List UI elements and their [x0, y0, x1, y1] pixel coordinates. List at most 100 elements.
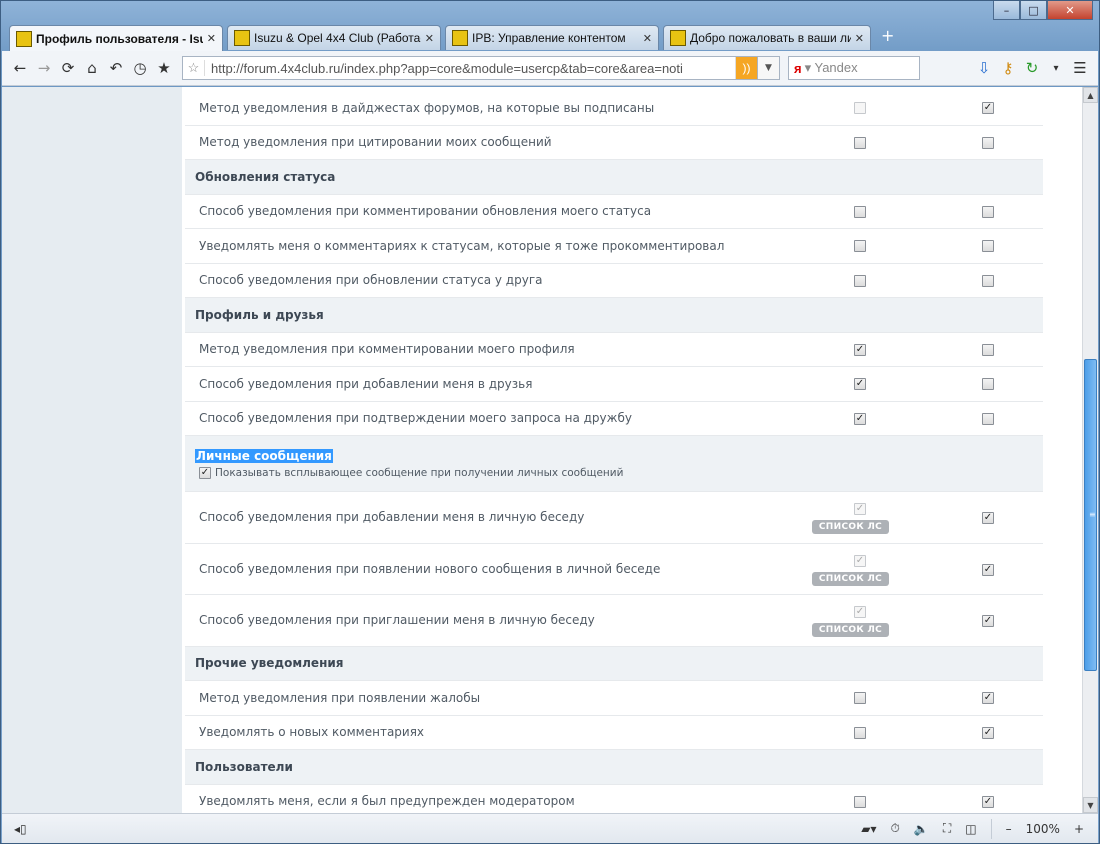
rss-icon[interactable]: )) — [735, 57, 757, 79]
vertical-scrollbar[interactable]: ▲ ≡ ▼ — [1082, 87, 1098, 813]
left-sidebar — [2, 87, 182, 813]
browser-window: – □ ✕ Профиль пользователя - Isu... ✕ Is… — [0, 0, 1100, 844]
tab-club[interactable]: Isuzu & Opel 4x4 Club (Работает... ✕ — [227, 25, 441, 50]
email-notify-checkbox[interactable] — [982, 205, 994, 218]
email-notify-checkbox[interactable] — [982, 274, 994, 287]
inline-notify-checkbox[interactable] — [854, 795, 866, 808]
scroll-thumb[interactable]: ≡ — [1084, 359, 1097, 671]
email-notify-checkbox[interactable] — [982, 240, 994, 252]
setting-label: Способ уведомления при появлении нового … — [199, 561, 661, 576]
sidebar-toggle-icon[interactable]: ◂▯ — [2, 822, 27, 836]
search-box[interactable]: я ▾ Yandex — [788, 56, 920, 80]
close-tab-icon[interactable]: ✕ — [855, 32, 864, 45]
inline-notify-checkbox: ✓ — [854, 503, 866, 515]
inline-notify-checkbox[interactable] — [854, 274, 866, 287]
zoom-out-icon[interactable]: – — [1006, 822, 1012, 836]
site-favicon-icon — [16, 30, 32, 47]
tab-title: Добро пожаловать в ваши лич... — [690, 31, 851, 45]
close-window-button[interactable]: ✕ — [1047, 1, 1093, 20]
url-input[interactable]: http://forum.4x4club.ru/index.php?app=co… — [205, 61, 735, 76]
bookmarks-icon[interactable]: ★ — [152, 56, 176, 80]
inline-notify-checkbox[interactable]: ✓ — [854, 343, 866, 356]
back-icon[interactable]: ← — [8, 56, 32, 80]
close-tab-icon[interactable]: ✕ — [643, 32, 652, 45]
email-notify-checkbox[interactable] — [982, 378, 994, 390]
inline-notify-checkbox[interactable]: ✓ — [854, 412, 866, 425]
maximize-button[interactable]: □ — [1020, 1, 1047, 20]
setting-row: Способ уведомления при комментировании о… — [185, 195, 1043, 229]
scroll-up-icon[interactable]: ▲ — [1083, 87, 1098, 103]
email-notify-checkbox[interactable] — [982, 412, 994, 425]
tab-profile[interactable]: Профиль пользователя - Isu... ✕ — [9, 25, 223, 51]
speed-icon[interactable]: ⏱ — [891, 821, 900, 836]
pm-list-badge: СПИСОК ЛС — [812, 571, 889, 586]
setting-label: Способ уведомления при приглашении меня … — [199, 613, 595, 628]
minimize-button[interactable]: – — [993, 1, 1020, 20]
address-bar[interactable]: ☆ http://forum.4x4club.ru/index.php?app=… — [182, 56, 758, 80]
site-favicon-icon — [670, 30, 686, 46]
setting-label: Метод уведомления при комментировании мо… — [199, 342, 575, 357]
setting-row: Уведомлять о новых комментариях ✓ — [185, 716, 1043, 750]
status-bar: ◂▯ ▰▾ ⏱ 🔈 ⛶ ◫ – 100% + — [2, 813, 1098, 843]
email-notify-checkbox[interactable]: ✓ — [982, 795, 994, 808]
email-notify-checkbox[interactable]: ✓ — [982, 102, 994, 114]
url-history-dropdown[interactable]: ▼ — [758, 56, 780, 80]
pm-list-badge: СПИСОК ЛС — [812, 520, 889, 534]
setting-label: Метод уведомления в дайджестах форумов, … — [199, 100, 655, 115]
key-icon[interactable]: ⚷ — [996, 56, 1020, 80]
inline-notify-checkbox[interactable] — [854, 240, 866, 252]
popup-notification-option[interactable]: ✓ Показывать всплывающее сообщение при по… — [199, 466, 624, 479]
search-placeholder[interactable]: ▾ Yandex — [805, 60, 858, 76]
tab-welcome[interactable]: Добро пожаловать в ваши лич... ✕ — [663, 25, 871, 50]
bookmark-star-icon[interactable]: ☆ — [183, 60, 205, 76]
setting-label: Способ уведомления при добавлении меня в… — [199, 376, 533, 391]
email-notify-checkbox[interactable] — [982, 136, 994, 149]
more-dropdown-icon[interactable]: ▾ — [1044, 56, 1068, 80]
volume-icon[interactable]: 🔈 — [914, 822, 929, 836]
section-header: Обновления статуса — [185, 160, 1043, 195]
email-notify-checkbox[interactable]: ✓ — [982, 563, 994, 576]
email-notify-checkbox[interactable]: ✓ — [982, 692, 994, 704]
download-icon[interactable]: ⇩ — [972, 56, 996, 80]
inline-notify-checkbox[interactable] — [854, 205, 866, 218]
setting-label: Уведомлять меня о комментариях к статуса… — [199, 238, 725, 253]
popup-notification-checkbox[interactable]: ✓ — [199, 466, 211, 479]
grip-icon: ≡ — [1089, 510, 1096, 519]
setting-row: Уведомлять меня, если я был предупрежден… — [185, 785, 1043, 814]
email-notify-checkbox[interactable] — [982, 343, 994, 356]
reload-icon[interactable]: ⟳ — [56, 56, 80, 80]
history-icon[interactable]: ◷ — [128, 56, 152, 80]
fit-screen-icon[interactable]: ⛶ — [943, 821, 951, 836]
pm-list-badge: СПИСОК ЛС — [812, 623, 889, 637]
extension-refresh-icon[interactable]: ↻ — [1020, 56, 1044, 80]
close-tab-icon[interactable]: ✕ — [425, 32, 434, 45]
split-view-icon[interactable]: ◫ — [965, 822, 976, 836]
scroll-down-icon[interactable]: ▼ — [1083, 797, 1098, 813]
inline-notify-checkbox[interactable]: ✓ — [854, 378, 866, 390]
email-notify-checkbox[interactable]: ✓ — [982, 726, 994, 739]
inline-notify-checkbox[interactable] — [854, 136, 866, 149]
inline-notify-checkbox: ✓ — [854, 606, 866, 618]
popup-notification-label: Показывать всплывающее сообщение при пол… — [215, 466, 624, 479]
inline-notify-checkbox[interactable] — [854, 692, 866, 704]
close-tab-icon[interactable]: ✕ — [207, 32, 216, 45]
tab-bar: Профиль пользователя - Isu... ✕ Isuzu & … — [9, 25, 894, 51]
menu-icon[interactable]: ☰ — [1068, 56, 1092, 80]
tab-ipb[interactable]: IPB: Управление контентом ✕ — [445, 25, 659, 50]
setting-label: Способ уведомления при добавлении меня в… — [199, 510, 585, 525]
divider — [990, 818, 992, 839]
tab-title: Isuzu & Opel 4x4 Club (Работает... — [254, 31, 421, 45]
inline-notify-checkbox[interactable] — [854, 726, 866, 739]
setting-row: Уведомлять меня о комментариях к статуса… — [185, 229, 1043, 264]
forward-icon[interactable]: → — [32, 56, 56, 80]
undo-icon[interactable]: ↶ — [104, 56, 128, 80]
email-notify-checkbox[interactable]: ✓ — [982, 512, 994, 524]
home-icon[interactable]: ⌂ — [80, 56, 104, 80]
new-tab-button[interactable]: + — [881, 25, 894, 50]
email-notify-checkbox[interactable]: ✓ — [982, 615, 994, 627]
chart-icon[interactable]: ▰▾ — [861, 822, 876, 836]
zoom-in-icon[interactable]: + — [1074, 822, 1084, 836]
setting-row: Способ уведомления при приглашении меня … — [185, 595, 1043, 647]
section-header-pm: Личные сообщения ✓ Показывать всплывающее … — [185, 436, 1043, 492]
setting-row: Способ уведомления при подтверждении мое… — [185, 402, 1043, 436]
